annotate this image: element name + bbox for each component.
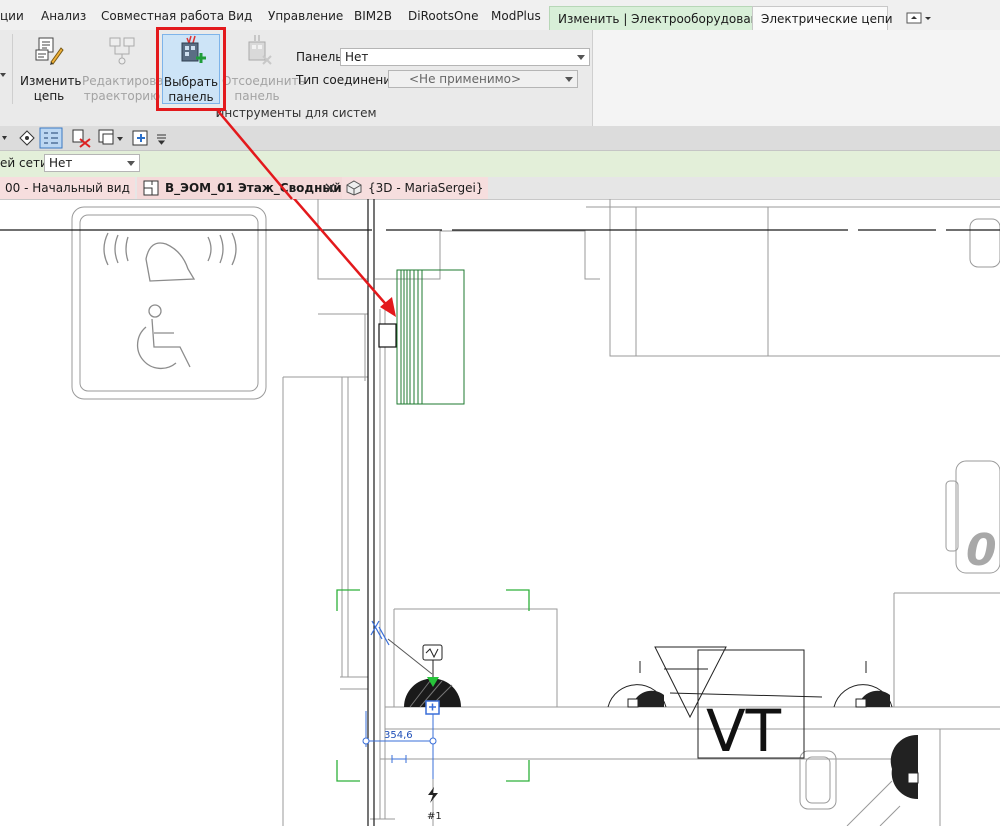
callout-arrow-upper xyxy=(217,110,293,200)
vt-tag-text: VT xyxy=(706,697,782,765)
dimension-grip-left[interactable] xyxy=(362,737,370,745)
room-number-partial: 0 xyxy=(966,525,997,576)
callout-arrow xyxy=(292,199,396,317)
vt-tag[interactable]: VT xyxy=(654,646,823,765)
dimension-lock-icon[interactable] xyxy=(391,755,407,763)
dimension-grip-right[interactable] xyxy=(429,737,437,745)
drawing-canvas[interactable]: VT 0 354,6 #1 xyxy=(0,199,1000,826)
circuit-annotation[interactable]: 354,6 #1 xyxy=(362,620,443,822)
electrical-panel[interactable] xyxy=(396,269,465,405)
device-symbols[interactable] xyxy=(404,661,919,800)
dimension-value: 354,6 xyxy=(384,730,413,741)
circuit-number: #1 xyxy=(427,811,442,822)
junction-box[interactable] xyxy=(378,323,397,348)
alarm-sign-icon xyxy=(103,232,237,370)
